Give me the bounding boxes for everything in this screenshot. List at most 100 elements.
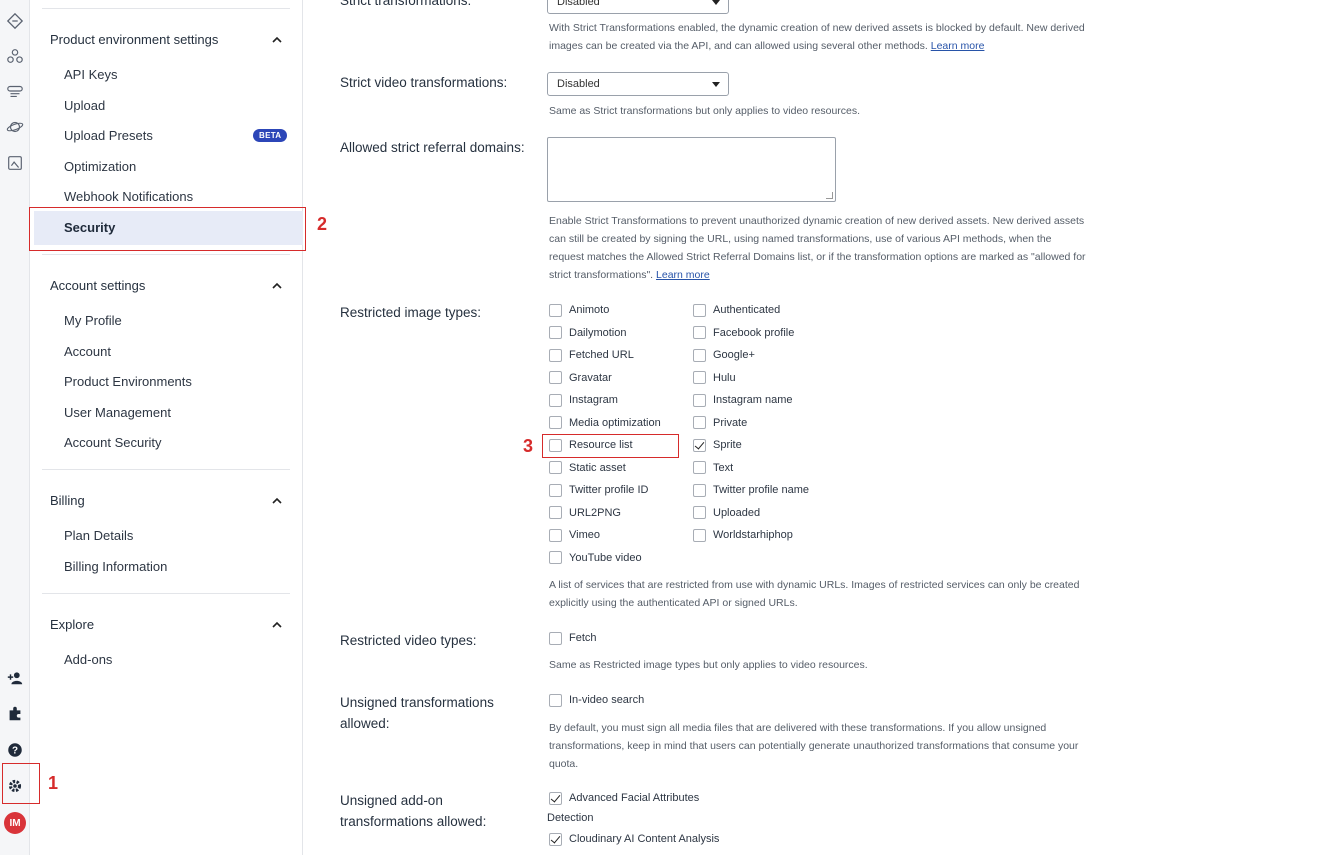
cloudinary-ai-checkbox-row[interactable]: Cloudinary AI Content Analysis — [549, 831, 719, 847]
google-checkbox-row[interactable]: Google+ — [693, 347, 755, 363]
static-asset-checkbox[interactable] — [549, 461, 562, 474]
annotation-number-1: 1 — [48, 773, 59, 793]
in-video-search-checkbox[interactable] — [549, 693, 562, 707]
dropdown-caret-icon — [712, 82, 720, 87]
planet-icon[interactable] — [4, 116, 26, 138]
advanced-facial-attributes-checkbox-row[interactable]: Advanced Facial Attributes — [549, 790, 699, 806]
nav-item-api-keys[interactable]: API Keys — [64, 67, 294, 82]
nav-item-upload[interactable]: Upload — [64, 98, 294, 113]
twitter-profile-id-checkbox-row[interactable]: Twitter profile ID — [549, 482, 648, 498]
resize-grip-icon[interactable] — [826, 192, 833, 199]
unsigned-addon-label-line1: Unsigned add-on — [340, 793, 443, 808]
uploaded-checkbox[interactable] — [693, 506, 706, 519]
youtube-video-checkbox[interactable] — [549, 551, 562, 564]
authenticated-checkbox-row[interactable]: Authenticated — [693, 302, 780, 318]
nav-item-account-security[interactable]: Account Security — [64, 435, 294, 450]
strict-video-select[interactable]: Disabled — [547, 72, 729, 96]
nav-item-my-profile[interactable]: My Profile — [64, 313, 294, 328]
cloudinary-ai-checkbox[interactable] — [549, 832, 562, 846]
learn-more-link[interactable]: Learn more — [656, 269, 710, 281]
referral-domains-input[interactable] — [547, 137, 836, 202]
fetch-checkbox-row[interactable]: Fetch — [549, 630, 597, 646]
dailymotion-checkbox-row[interactable]: Dailymotion — [549, 325, 626, 341]
nav-item-webhook-notifications[interactable]: Webhook Notifications — [64, 189, 294, 204]
code-icon[interactable] — [4, 10, 26, 32]
static-asset-checkbox-row[interactable]: Static asset — [549, 460, 626, 476]
instagram-checkbox[interactable] — [549, 393, 562, 407]
text-checkbox[interactable] — [693, 461, 706, 474]
in-video-search-checkbox-row[interactable]: In-video search — [549, 692, 644, 708]
url2png-checkbox-row[interactable]: URL2PNG — [549, 505, 621, 521]
nav-item-plan-details[interactable]: Plan Details — [64, 528, 294, 543]
chevron-up-icon[interactable] — [270, 494, 284, 508]
group-title-account-settings[interactable]: Account settings — [50, 278, 290, 293]
beta-badge: BETA — [253, 129, 288, 142]
puzzle-icon[interactable] — [4, 703, 26, 725]
text-label: Text — [713, 461, 734, 474]
nav-item-billing-information[interactable]: Billing Information — [64, 559, 294, 574]
group-title-product-environment[interactable]: Product environment settings — [50, 32, 290, 47]
nav-item-user-management[interactable]: User Management — [64, 405, 294, 420]
transform-icon[interactable] — [4, 80, 26, 102]
vimeo-checkbox[interactable] — [549, 528, 562, 542]
network-icon[interactable] — [4, 45, 26, 67]
resource-list-checkbox[interactable] — [549, 438, 562, 452]
worldstarhiphop-checkbox-row[interactable]: Worldstarhiphop — [693, 527, 793, 543]
private-checkbox-row[interactable]: Private — [693, 415, 747, 431]
nav-item-account[interactable]: Account — [64, 344, 294, 359]
sprite-checkbox[interactable] — [693, 438, 706, 452]
chevron-up-icon[interactable] — [270, 279, 284, 293]
url2png-checkbox[interactable] — [549, 506, 562, 519]
strict-transformations-select[interactable]: Disabled — [547, 0, 729, 14]
authenticated-checkbox[interactable] — [693, 303, 706, 317]
private-checkbox[interactable] — [693, 416, 706, 429]
hulu-checkbox-row[interactable]: Hulu — [693, 370, 736, 386]
advanced-facial-attributes-checkbox[interactable] — [549, 791, 562, 805]
fetched-url-checkbox[interactable] — [549, 348, 562, 362]
instagram-name-checkbox[interactable] — [693, 393, 706, 407]
text-checkbox-row[interactable]: Text — [693, 460, 733, 476]
worldstarhiphop-label: Worldstarhiphop — [713, 529, 793, 541]
dailymotion-checkbox[interactable] — [549, 326, 562, 339]
animoto-checkbox[interactable] — [549, 303, 562, 317]
fetch-checkbox[interactable] — [549, 631, 562, 645]
add-user-icon[interactable] — [4, 667, 26, 689]
svg-text:?: ? — [12, 746, 18, 757]
vimeo-checkbox-row[interactable]: Vimeo — [549, 527, 600, 543]
learn-more-link[interactable]: Learn more — [931, 40, 985, 52]
chevron-up-icon[interactable] — [270, 618, 284, 632]
animoto-checkbox-row[interactable]: Animoto — [549, 302, 609, 318]
unsigned-transformations-label: Unsigned transformations allowed: — [340, 692, 494, 734]
facebook-profile-checkbox[interactable] — [693, 326, 706, 339]
youtube-video-checkbox-row[interactable]: YouTube video — [549, 550, 642, 566]
worldstarhiphop-checkbox[interactable] — [693, 528, 706, 542]
nav-item-product-environments[interactable]: Product Environments — [64, 374, 294, 389]
avatar[interactable]: IM — [4, 812, 26, 834]
resource-list-checkbox-row[interactable]: Resource list — [549, 437, 633, 453]
sprite-checkbox-row[interactable]: Sprite — [693, 437, 742, 453]
gallery-icon[interactable] — [4, 152, 26, 174]
twitter-profile-id-checkbox[interactable] — [549, 483, 562, 497]
gravatar-checkbox-row[interactable]: Gravatar — [549, 370, 612, 386]
fetched-url-checkbox-row[interactable]: Fetched URL — [549, 347, 634, 363]
media-optimization-checkbox[interactable] — [549, 416, 562, 429]
restricted-image-label: Restricted image types: — [340, 305, 482, 320]
twitter-profile-name-checkbox-row[interactable]: Twitter profile name — [693, 482, 809, 498]
hulu-checkbox[interactable] — [693, 371, 706, 384]
group-title-explore[interactable]: Explore — [50, 617, 290, 632]
nav-item-add-ons[interactable]: Add-ons — [64, 652, 294, 667]
google-checkbox[interactable] — [693, 348, 706, 362]
gravatar-checkbox[interactable] — [549, 371, 562, 384]
instagram-name-checkbox-row[interactable]: Instagram name — [693, 392, 792, 408]
help-icon[interactable]: ? — [4, 739, 26, 761]
facebook-profile-checkbox-row[interactable]: Facebook profile — [693, 325, 794, 341]
instagram-name-label: Instagram name — [713, 394, 793, 406]
media-optimization-checkbox-row[interactable]: Media optimization — [549, 415, 661, 431]
instagram-checkbox-row[interactable]: Instagram — [549, 392, 618, 408]
uploaded-checkbox-row[interactable]: Uploaded — [693, 505, 760, 521]
twitter-profile-name-checkbox[interactable] — [693, 483, 706, 497]
group-title-billing[interactable]: Billing — [50, 493, 290, 508]
annotation-box-2 — [29, 207, 306, 251]
chevron-up-icon[interactable] — [270, 33, 284, 47]
nav-item-optimization[interactable]: Optimization — [64, 159, 294, 174]
